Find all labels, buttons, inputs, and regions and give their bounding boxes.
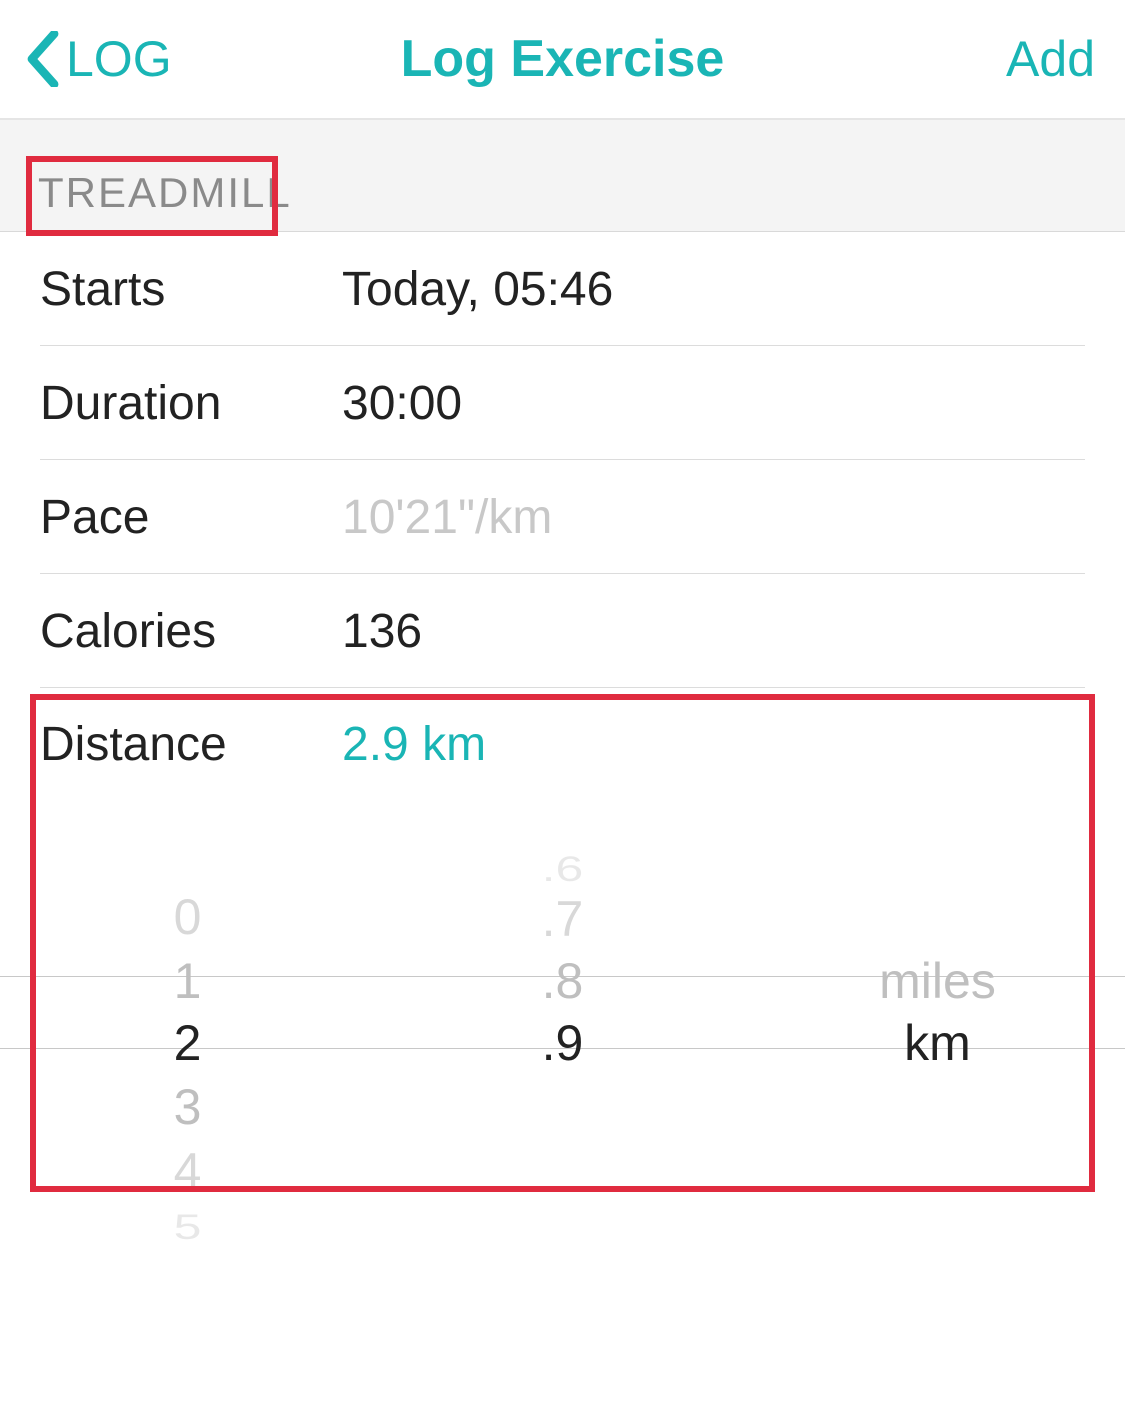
back-button[interactable]: LOG bbox=[26, 30, 172, 88]
starts-value: Today, 05:46 bbox=[342, 262, 1085, 317]
add-button[interactable]: Add bbox=[1006, 30, 1095, 88]
duration-label: Duration bbox=[40, 376, 342, 431]
pace-value: 10'21"/km bbox=[342, 490, 1085, 545]
chevron-left-icon bbox=[26, 31, 60, 87]
row-starts[interactable]: Starts Today, 05:46 bbox=[0, 232, 1125, 346]
row-calories[interactable]: Calories 136 bbox=[0, 574, 1125, 688]
picker-option: 5 bbox=[0, 1204, 375, 1250]
duration-value: 30:00 bbox=[342, 376, 1085, 431]
section-header: TREADMILL bbox=[0, 120, 1125, 232]
pace-label: Pace bbox=[40, 490, 342, 545]
header: LOG Log Exercise Add bbox=[0, 0, 1125, 120]
annotation-highlight bbox=[30, 694, 1095, 1192]
section-label: TREADMILL bbox=[38, 169, 292, 217]
calories-value: 136 bbox=[342, 604, 1085, 659]
row-pace[interactable]: Pace 10'21"/km bbox=[0, 460, 1125, 574]
row-duration[interactable]: Duration 30:00 bbox=[0, 346, 1125, 460]
calories-label: Calories bbox=[40, 604, 342, 659]
starts-label: Starts bbox=[40, 262, 342, 317]
back-label: LOG bbox=[66, 30, 172, 88]
